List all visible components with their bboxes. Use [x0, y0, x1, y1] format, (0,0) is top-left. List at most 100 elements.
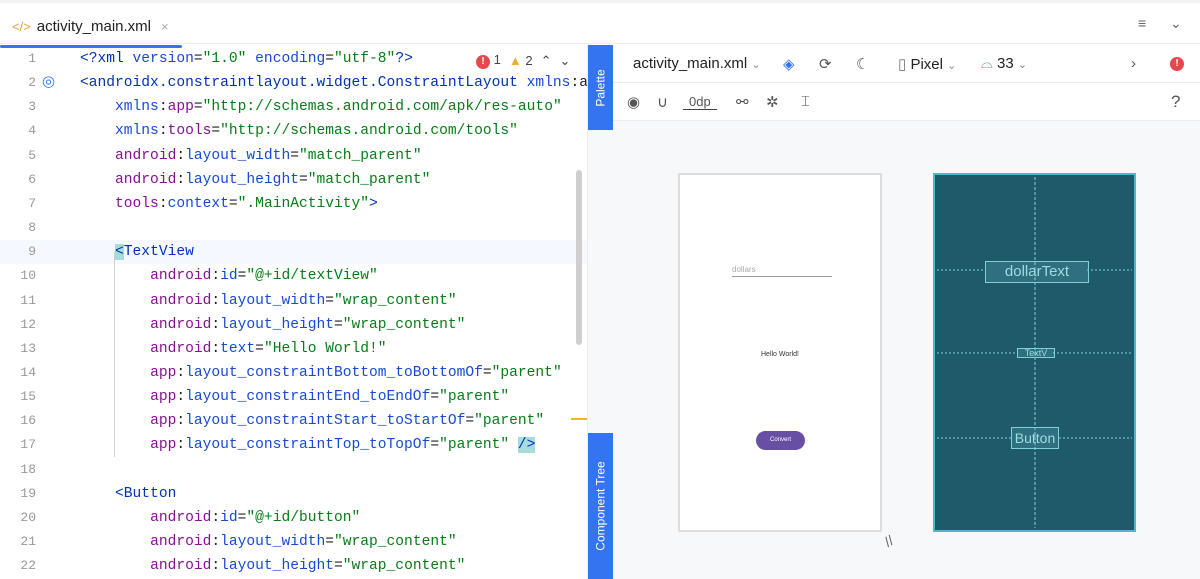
next-highlight-icon[interactable]: ⌄ [560, 53, 571, 69]
code-token: context [167, 195, 229, 212]
inspection-widget[interactable]: ! 1 ▲ 2 ⌃ ⌄ [476, 52, 570, 69]
code-token: :a [570, 75, 587, 92]
code-line[interactable]: app:layout_constraintTop_toTopOf="parent… [0, 433, 587, 457]
infer-constraints-icon[interactable]: ✲ [766, 93, 779, 111]
blueprint-textview[interactable]: TextV [1017, 348, 1055, 358]
blueprint-preview[interactable]: dollarText TextV Button [933, 173, 1136, 532]
code-token: = [465, 413, 475, 430]
code-token: < [115, 244, 124, 261]
design-preview[interactable]: dollars Hello World! Convert [678, 173, 882, 532]
code-editor[interactable]: android:layout_height="wrap_content" and… [0, 45, 587, 579]
code-text: android:layout_height="wrap_content" [80, 313, 465, 337]
code-text: xmlns:tools="http://schemas.android.com/… [80, 119, 518, 143]
code-line[interactable]: android:layout_height="match_parent" [0, 168, 587, 192]
blueprint-dollartext[interactable]: dollarText [985, 261, 1089, 283]
code-line[interactable]: <androidx.constraintlayout.widget.Constr… [0, 71, 587, 95]
warning-marker [571, 418, 587, 420]
code-token: android [150, 292, 212, 309]
orientation-icon[interactable]: ⟳ [819, 55, 832, 73]
convert-button[interactable]: Convert [756, 431, 805, 450]
code-line[interactable]: android:layout_height="wrap_content" [0, 554, 587, 578]
code-token: android [115, 171, 177, 188]
code-token: xmlns [526, 75, 571, 92]
close-icon[interactable]: × [161, 19, 169, 34]
code-line[interactable]: android:id="@+id/textView" [0, 264, 587, 288]
clear-constraints-icon[interactable]: ⚯ [736, 93, 749, 111]
code-line[interactable]: app:layout_constraintEnd_toEndOf="parent… [0, 385, 587, 409]
file-selector[interactable]: activity_main.xml ⌄ [633, 55, 761, 72]
hello-textview[interactable]: Hello World! [680, 351, 880, 358]
code-text: android:layout_width="wrap_content" [80, 530, 457, 554]
code-token: layout_width [220, 534, 326, 550]
code-token: "wrap_content" [342, 316, 466, 333]
error-icon[interactable]: ! [1170, 56, 1184, 71]
code-line[interactable] [0, 216, 587, 240]
code-line[interactable]: android:text="Hello World!" [0, 337, 587, 361]
code-token: android [150, 268, 212, 285]
code-token: : [176, 364, 186, 381]
code-text: <androidx.constraintlayout.widget.Constr… [80, 71, 587, 95]
code-token: android [150, 558, 212, 575]
guidelines-icon[interactable]: ⌶ [801, 93, 810, 110]
code-token: app [150, 364, 177, 381]
menu-icon[interactable]: ≡ [1138, 15, 1146, 31]
code-token: "wrap_content" [342, 558, 466, 575]
component-tree-tab[interactable]: Component Tree [588, 433, 614, 579]
layers-icon[interactable]: ◈ [783, 55, 795, 73]
line-number: 22 [20, 558, 36, 574]
code-token: : [211, 292, 221, 309]
night-mode-icon[interactable]: ☾ [856, 55, 869, 73]
editor-scrollbar[interactable] [576, 170, 582, 345]
tab-title: activity_main.xml [36, 18, 151, 35]
code-token: /> [517, 437, 536, 454]
default-margin-selector[interactable]: 0dp [683, 94, 717, 110]
code-token: app [150, 413, 177, 430]
code-token: = [228, 195, 238, 212]
code-token: android [115, 147, 177, 164]
code-token: = [334, 316, 343, 333]
code-line[interactable]: xmlns:app="http://schemas.android.com/ap… [0, 95, 587, 119]
code-line[interactable]: android:layout_width="match_parent" [0, 144, 587, 168]
gutter-activity-icon[interactable]: ◎ [42, 72, 55, 90]
help-icon[interactable]: ? [1171, 92, 1180, 112]
line-number: 4 [28, 123, 36, 139]
code-line[interactable]: <TextView [0, 240, 587, 265]
error-icon: ! [476, 55, 490, 69]
code-line[interactable]: android:layout_width="wrap_content" [0, 530, 587, 554]
palette-tab[interactable]: Palette [588, 45, 614, 130]
code-line[interactable]: android:id="@+id/button" [0, 506, 587, 530]
code-line[interactable]: android:layout_height="wrap_content" [0, 313, 587, 337]
code-line[interactable]: tools:context=".MainActivity"> [0, 192, 587, 216]
line-number: 19 [20, 485, 36, 501]
code-line[interactable]: <Button [0, 482, 587, 506]
line-number: 9 [28, 244, 36, 260]
previous-highlight-icon[interactable]: ⌃ [541, 53, 552, 69]
api-selector[interactable]: ⌓ 33 ⌄ [981, 55, 1027, 72]
code-line[interactable]: xmlns:tools="http://schemas.android.com/… [0, 119, 587, 143]
line-number: 17 [20, 437, 36, 453]
device-selector[interactable]: ▯ Pixel ⌄ [898, 55, 956, 73]
code-line[interactable]: android:layout_width="wrap_content" [0, 289, 587, 313]
line-number: 13 [20, 340, 36, 356]
code-line[interactable]: app:layout_constraintStart_toStartOf="pa… [0, 409, 587, 433]
code-text: tools:context=".MainActivity"> [80, 192, 378, 216]
code-token: : [176, 389, 186, 406]
code-token: layout_height [185, 171, 299, 188]
tab-activity-main[interactable]: </> activity_main.xml × [0, 6, 182, 48]
resize-handle-icon[interactable]: // [882, 532, 897, 550]
dollars-edittext[interactable]: dollars [732, 265, 832, 277]
code-line[interactable]: app:layout_constraintBottom_toBottomOf="… [0, 361, 587, 385]
code-line[interactable] [0, 458, 587, 482]
magnet-icon[interactable]: ∪ [657, 93, 668, 111]
design-toolbar: activity_main.xml ⌄ ◈ ⟳ ☾ ▯ Pixel ⌄ ⌓ 33… [613, 45, 1200, 83]
eye-icon[interactable]: ◉ [627, 93, 640, 111]
code-token: : [211, 268, 221, 285]
chevron-right-icon[interactable]: › [1131, 55, 1136, 72]
chevron-down-icon[interactable]: ⌄ [1170, 15, 1182, 32]
blueprint-button[interactable]: Button [1011, 427, 1059, 449]
